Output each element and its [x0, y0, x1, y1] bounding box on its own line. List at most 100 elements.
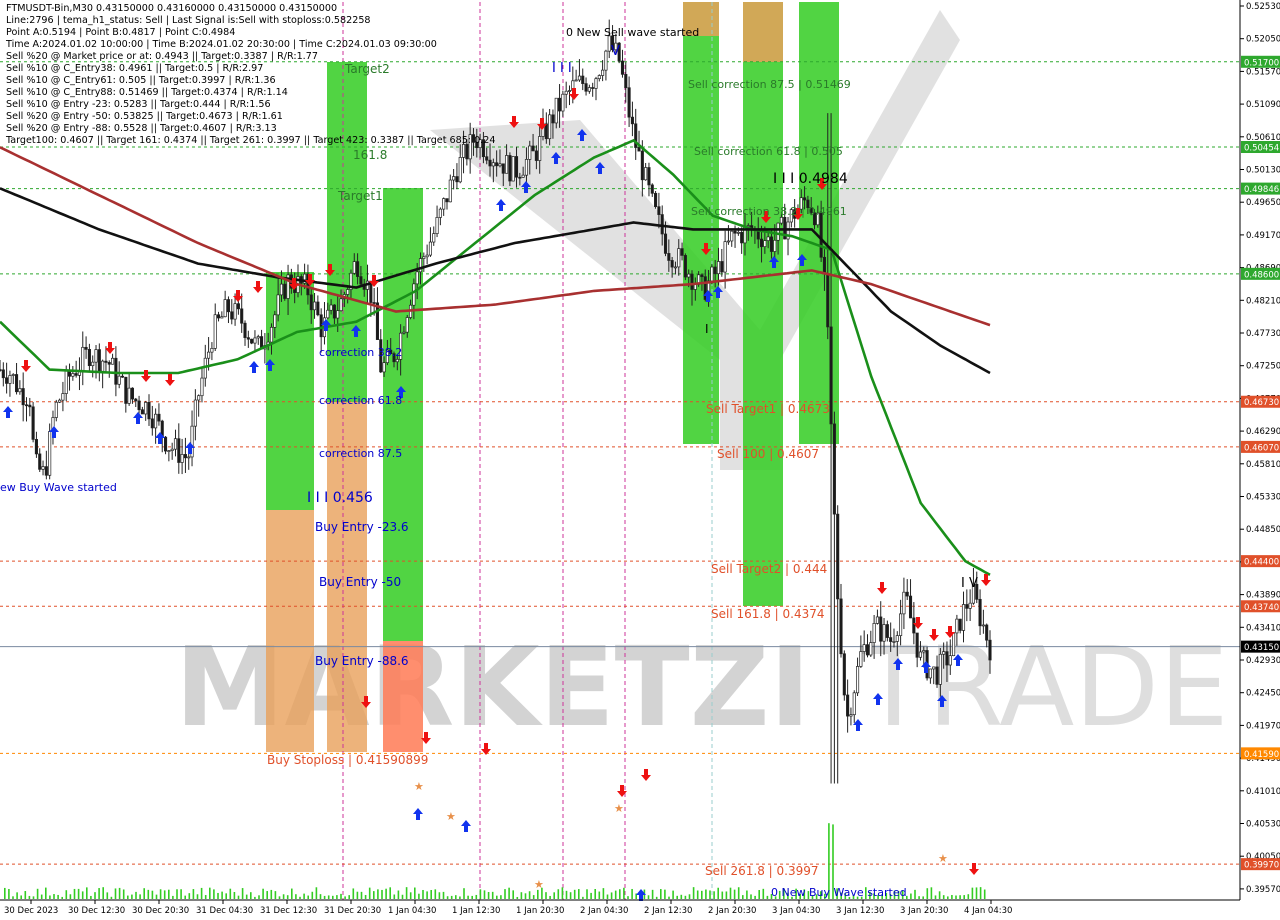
candle-body — [803, 197, 807, 201]
candle-body — [889, 637, 893, 642]
zone-target1 — [383, 188, 423, 641]
volume-bar — [127, 895, 129, 899]
volume-bar — [295, 894, 297, 899]
zone-sell-green-2 — [743, 2, 783, 606]
candle-body — [243, 322, 247, 338]
volume-bar — [188, 893, 191, 899]
candle-body — [836, 513, 840, 600]
candle-body — [336, 310, 340, 319]
volume-bar — [90, 895, 92, 899]
volume-bar — [163, 890, 166, 899]
volume-bar — [225, 893, 227, 899]
volume-bar — [28, 895, 31, 899]
info-line: Line:2796 | tema_h1_status: Sell | Last … — [6, 15, 371, 26]
volume-bar — [709, 890, 711, 899]
price-tag-label: 0.49846 — [1244, 185, 1279, 195]
price-tick-label: 0.50130 — [1246, 166, 1280, 176]
candle-body — [495, 162, 499, 167]
volume-bar — [705, 889, 707, 899]
candle-body — [236, 303, 240, 310]
volume-bar — [250, 892, 252, 899]
candle-body — [822, 256, 826, 275]
candle-body — [187, 456, 191, 459]
price-tick-label: 0.47250 — [1246, 362, 1280, 372]
candle-body — [319, 314, 323, 338]
candle-body — [644, 167, 648, 181]
volume-bar — [651, 889, 654, 899]
volume-bar — [258, 895, 260, 899]
volume-bar — [16, 892, 18, 899]
candle-body — [498, 163, 502, 167]
volume-bar — [914, 889, 916, 899]
volume-bar — [196, 894, 199, 899]
candle-body — [657, 206, 661, 215]
volume-bar — [737, 887, 740, 899]
candle-body — [849, 714, 853, 717]
zone-buy-green-1 — [266, 272, 314, 510]
volume-bar — [237, 895, 240, 899]
new-buy-wave-label: ew Buy Wave started — [0, 481, 117, 494]
candle-body — [200, 377, 204, 397]
volume-bar — [94, 892, 96, 899]
volume-bar — [61, 896, 63, 899]
candle-body — [740, 231, 744, 244]
candle-body — [955, 618, 959, 634]
volume-bar — [356, 891, 359, 899]
price-tick-label: 0.47730 — [1246, 329, 1280, 339]
volume-bar — [942, 895, 945, 899]
candle-body — [948, 655, 952, 666]
volume-bar — [176, 889, 178, 899]
candle-body — [829, 326, 833, 425]
price-tick-label: 0.51090 — [1246, 100, 1280, 110]
wave-I-label: I — [705, 322, 709, 336]
star-marker-icon: ★ — [446, 810, 456, 823]
volume-bar — [680, 894, 683, 899]
candle-body — [150, 418, 154, 429]
candle-body — [965, 604, 969, 609]
candle-body — [38, 453, 42, 470]
price-tag-label: 0.51700 — [1244, 58, 1279, 68]
candle-body — [885, 624, 889, 638]
volume-bar — [766, 895, 769, 899]
zone-sell-orange-2 — [743, 2, 783, 62]
volume-bar — [910, 893, 912, 899]
candle-body — [375, 302, 380, 340]
sell-correction-382-label: Sell correction 38.2 | 0.4961 — [691, 205, 847, 218]
volume-bar — [655, 896, 658, 899]
candle-body — [253, 337, 257, 344]
candle-body — [177, 438, 181, 463]
candle-body — [852, 692, 856, 716]
volume-bar — [565, 890, 568, 899]
volume-bar — [729, 887, 732, 899]
volume-bar — [959, 895, 961, 899]
price-tick-label: 0.51570 — [1246, 67, 1280, 77]
star-marker-icon: ★ — [938, 852, 948, 865]
candle-body — [511, 156, 515, 182]
candle-body — [71, 373, 75, 377]
candle-body — [905, 591, 909, 597]
volume-bar — [487, 892, 490, 899]
volume-bar — [528, 891, 531, 899]
candle-body — [524, 159, 529, 176]
candle-body — [988, 639, 992, 661]
candle-body — [432, 233, 436, 243]
volume-bar — [532, 895, 535, 899]
volume-bar — [922, 896, 924, 899]
volume-bar — [131, 894, 133, 899]
candle-body — [269, 326, 274, 343]
candle-body — [567, 90, 572, 92]
candle-body — [961, 604, 966, 631]
volume-bar — [446, 896, 449, 899]
volume-bar — [98, 888, 100, 899]
time-tick-label: 3 Jan 04:30 — [772, 906, 820, 916]
candle-body — [690, 273, 694, 290]
volume-bar — [422, 889, 424, 899]
volume-bar — [348, 895, 350, 899]
time-tick-label: 2 Jan 04:30 — [580, 906, 628, 916]
time-tick-label: 31 Dec 04:30 — [196, 906, 253, 916]
candle-body — [240, 308, 244, 324]
new-buy-wave-bottom-label: 0 New Buy Wave started — [771, 886, 907, 899]
candle-body — [630, 116, 634, 125]
candle-body — [491, 162, 495, 167]
candle-body — [862, 644, 866, 652]
